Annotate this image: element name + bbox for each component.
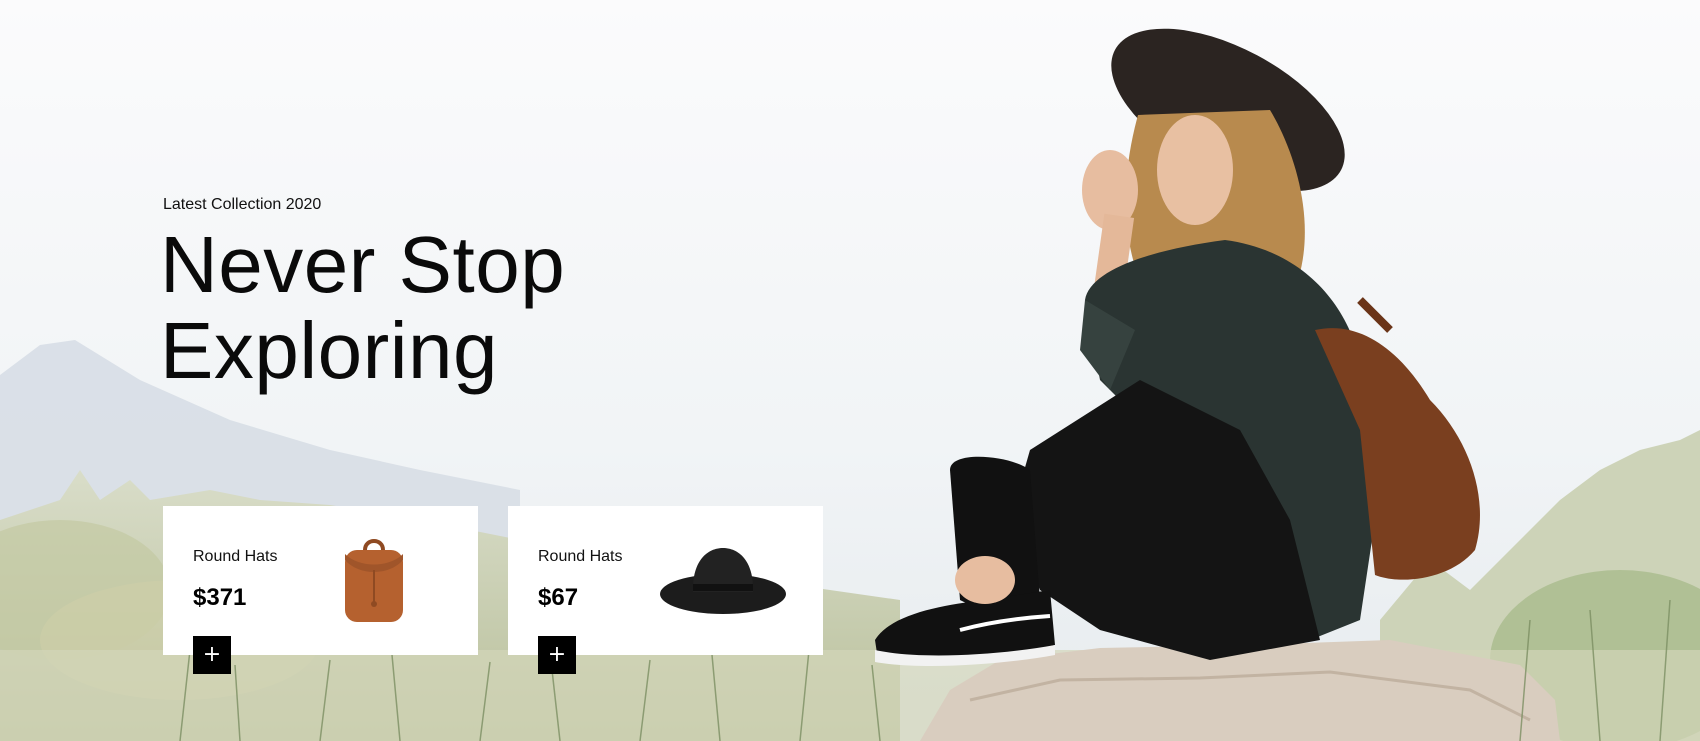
product-card-backpack[interactable]: Round Hats $371 + xyxy=(163,506,478,674)
product-price: $371 xyxy=(193,584,247,611)
hero-banner: Latest Collection 2020 Never Stop Explor… xyxy=(0,0,1700,741)
product-name: Round Hats xyxy=(538,548,623,565)
backpack-image xyxy=(339,532,409,626)
product-card-hat[interactable]: Round Hats $67 + xyxy=(508,506,823,674)
add-to-cart-button[interactable]: + xyxy=(538,636,576,674)
hero-headline: Never Stop Exploring xyxy=(160,222,565,394)
product-name: Round Hats xyxy=(193,548,278,565)
add-to-cart-button[interactable]: + xyxy=(193,636,231,674)
headline-line-1: Never Stop xyxy=(160,220,566,309)
headline-line-2: Exploring xyxy=(160,306,499,395)
hat-image xyxy=(658,542,788,618)
product-price: $67 xyxy=(538,584,579,611)
collection-subtitle: Latest Collection 2020 xyxy=(163,196,322,213)
